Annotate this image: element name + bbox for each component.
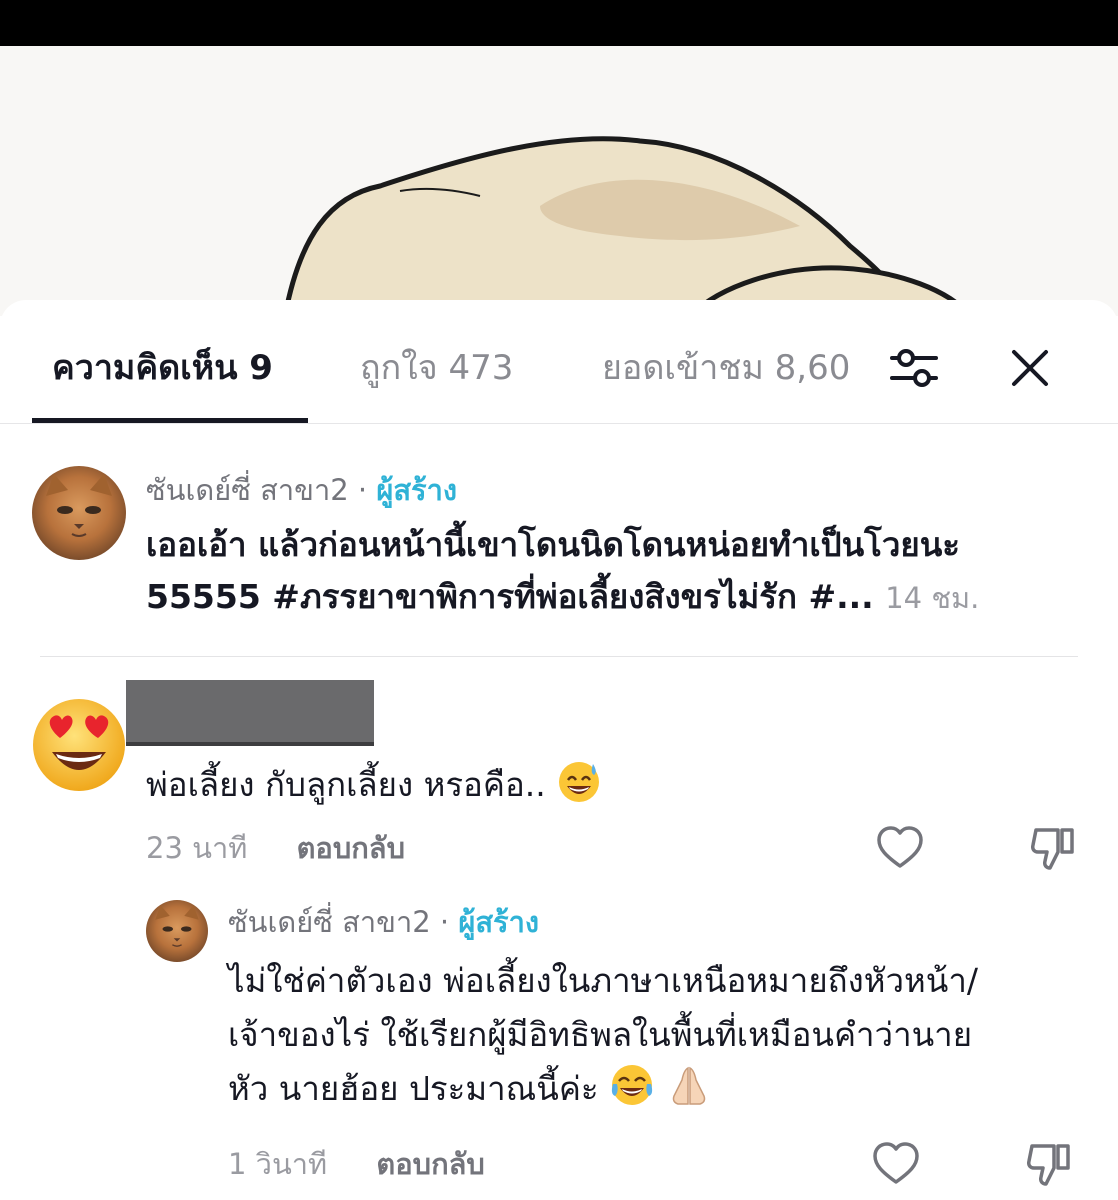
heart-icon: [877, 826, 923, 868]
comment-meta: 23 นาที ตอบกลับ: [146, 828, 405, 868]
comment-text-line: ไม่ใช่ค่าตัวเอง พ่อเลี้ยงในภาษาเหนือหมาย…: [228, 961, 979, 1000]
comment-author-line: ซันเดย์ซี่ สาขา2 · ผู้สร้าง: [146, 470, 457, 510]
separator: ·: [357, 473, 368, 507]
active-tab-indicator: [32, 418, 308, 423]
separator: ·: [439, 905, 450, 939]
divider: [40, 656, 1078, 657]
author-name[interactable]: ซันเดย์ซี่ สาขา2: [228, 905, 431, 939]
video-frame-illustration: [282, 136, 974, 316]
tab-comments[interactable]: ความคิดเห็น 9: [52, 344, 273, 392]
comment-timestamp: 14 ชม.: [885, 581, 980, 615]
cat-avatar-icon: [46, 474, 112, 537]
comment-timestamp: 23 นาที: [146, 831, 248, 865]
comment-text-line: 55555 #ภรรยาขาพิการที่พ่อเลี้ยงสิงขรไม่ร…: [146, 577, 874, 616]
creator-badge: ผู้สร้าง: [376, 473, 458, 507]
reply-button[interactable]: ตอบกลับ: [376, 1147, 484, 1181]
close-button[interactable]: [998, 336, 1062, 400]
reply-text[interactable]: ไม่ใช่ค่าตัวเอง พ่อเลี้ยงในภาษาเหนือหมาย…: [228, 954, 978, 1116]
thumbs-down-icon: [1031, 828, 1074, 870]
dislike-button[interactable]: [1024, 1138, 1076, 1190]
tears-of-joy-emoji-icon: [612, 1065, 653, 1105]
video-preview[interactable]: [0, 46, 1118, 316]
avatar[interactable]: [32, 466, 126, 560]
comments-sheet: ความคิดเห็น 9 ถูกใจ 473 ยอดเข้าชม 8,60 ซ…: [0, 300, 1118, 1200]
tab-likes[interactable]: ถูกใจ 473: [360, 344, 513, 392]
heart-icon: [873, 1142, 919, 1184]
redacted-username: [126, 680, 374, 746]
heart-eyes-emoji-icon: [33, 699, 125, 791]
reply-button[interactable]: ตอบกลับ: [297, 831, 405, 865]
thumbs-down-icon: [1027, 1144, 1070, 1186]
folded-hands-emoji-icon: [672, 1066, 705, 1105]
tab-views[interactable]: ยอดเข้าชม 8,60: [602, 344, 858, 392]
like-button[interactable]: [870, 1138, 922, 1190]
tab-bar: ความคิดเห็น 9 ถูกใจ 473 ยอดเข้าชม 8,60: [0, 300, 1118, 424]
cat-avatar-icon: [155, 905, 199, 947]
sweat-smile-emoji-icon: [559, 762, 600, 802]
creator-badge: ผู้สร้าง: [458, 905, 540, 939]
comment-text-line: พ่อเลี้ยง กับลูกเลี้ยง หรอคือ..: [146, 765, 546, 804]
dislike-button[interactable]: [1028, 822, 1080, 874]
like-button[interactable]: [874, 822, 926, 874]
avatar[interactable]: [30, 696, 128, 794]
comment-text-line: เออเอ้า แล้วก่อนหน้านี้เขาโดนนิดโดนหน่อย…: [146, 525, 961, 564]
close-icon: [1012, 350, 1048, 386]
comment-author-line: ซันเดย์ซี่ สาขา2 · ผู้สร้าง: [228, 902, 539, 942]
filter-button[interactable]: [882, 336, 946, 400]
sliders-icon: [890, 349, 938, 387]
author-name[interactable]: ซันเดย์ซี่ สาขา2: [146, 473, 349, 507]
comment-text[interactable]: พ่อเลี้ยง กับลูกเลี้ยง หรอคือ..: [146, 758, 602, 808]
status-bar: [0, 0, 1118, 46]
comment-text[interactable]: เออเอ้า แล้วก่อนหน้านี้เขาโดนนิดโดนหน่อย…: [146, 522, 979, 621]
comment-text-line: หัว นายฮ้อย ประมาณนี้ค่ะ: [228, 1069, 599, 1108]
comment-text-line: เจ้าของไร่ ใช้เรียกผู้มีอิทธิพลในพื้นที่…: [228, 1015, 973, 1054]
comment-timestamp: 1 วินาที: [228, 1147, 328, 1181]
comment-meta: 1 วินาที ตอบกลับ: [228, 1144, 485, 1184]
avatar[interactable]: [146, 900, 208, 962]
